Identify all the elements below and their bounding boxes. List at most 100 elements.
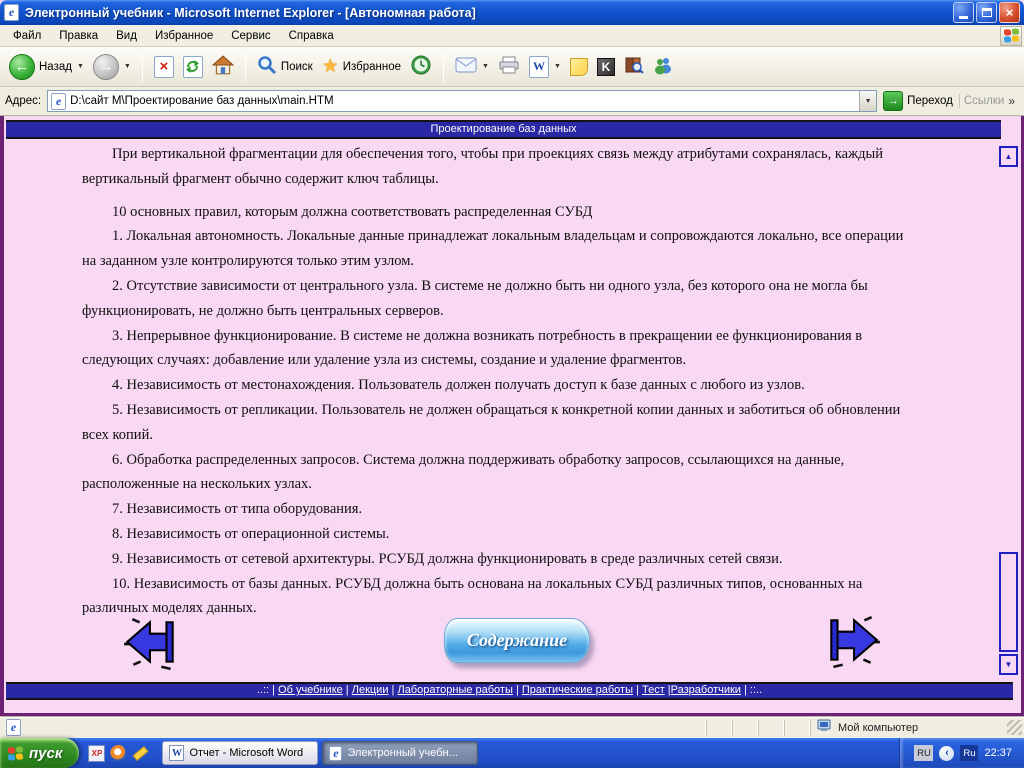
- lecture-text: При вертикальной фрагментации для обеспе…: [82, 142, 915, 621]
- search-button[interactable]: Поиск: [254, 53, 316, 80]
- menu-tools[interactable]: Сервис: [222, 27, 279, 45]
- menu-favorites[interactable]: Избранное: [146, 27, 222, 45]
- start-button[interactable]: пуск: [0, 738, 80, 768]
- status-pane: [758, 719, 784, 736]
- edit-with-word-button[interactable]: W ▼: [526, 54, 564, 80]
- paragraph: 1. Локальная автономность. Локальные дан…: [82, 228, 904, 270]
- paragraph: 3. Непрерывное функционирование. В систе…: [82, 327, 863, 369]
- mail-dropdown-icon[interactable]: ▼: [482, 63, 489, 70]
- footer-link-test[interactable]: Тест: [642, 684, 665, 696]
- language-indicator[interactable]: RU: [914, 745, 934, 761]
- paragraph: 5. Независимость от репликации. Пользова…: [82, 401, 901, 443]
- windows-flag-icon: [8, 745, 23, 761]
- discuss-button[interactable]: [567, 56, 591, 78]
- quick-launch-pen-icon[interactable]: [132, 745, 149, 762]
- footer-link-lectures[interactable]: Лекции: [352, 684, 389, 696]
- previous-page-arrow[interactable]: [122, 614, 182, 672]
- menu-file[interactable]: Файл: [4, 27, 50, 45]
- history-button[interactable]: [407, 52, 435, 81]
- toolbar-separator: [244, 51, 246, 82]
- paragraph: 4. Независимость от местонахождения. Пол…: [112, 377, 805, 394]
- go-button[interactable]: → Переход: [883, 91, 953, 111]
- page-ie-icon: e: [51, 92, 67, 110]
- address-bar: Адрес: e ▼ → Переход Ссылки »: [0, 87, 1024, 116]
- status-pane: [706, 719, 732, 736]
- menu-help[interactable]: Справка: [280, 27, 343, 45]
- taskbar-task-word[interactable]: W Отчет - Microsoft Word: [162, 741, 319, 765]
- menu-bar: Файл Правка Вид Избранное Сервис Справка: [0, 25, 1024, 47]
- favorites-star-icon: ★: [321, 56, 339, 77]
- back-icon: ←: [9, 53, 35, 80]
- minimize-icon: [959, 16, 968, 19]
- paragraph: 10. Независимость от базы данных. РСУБД …: [82, 575, 863, 617]
- system-tray: RU ‹ Ru 22:37: [899, 738, 1024, 768]
- address-dropdown-button[interactable]: ▼: [859, 91, 877, 111]
- edit-dropdown-icon[interactable]: ▼: [554, 63, 561, 70]
- kaspersky-icon: K: [596, 57, 615, 76]
- links-toolbar[interactable]: Ссылки »: [958, 94, 1019, 108]
- print-button[interactable]: [495, 54, 523, 79]
- my-computer-icon: [817, 719, 833, 736]
- security-zone-pane: Мой компьютер: [810, 718, 1005, 737]
- forward-button[interactable]: → ▼: [90, 52, 134, 82]
- mail-icon: [455, 57, 477, 76]
- footer-link-practice[interactable]: Практические работы: [522, 684, 633, 696]
- favorites-label: Избранное: [342, 60, 402, 73]
- messenger-people-icon: [653, 56, 673, 78]
- task-label: Электронный учебн...: [347, 747, 458, 759]
- favorites-button[interactable]: ★ Избранное: [319, 53, 404, 80]
- resize-grip[interactable]: [1007, 720, 1022, 735]
- research-button[interactable]: [621, 54, 647, 80]
- home-button[interactable]: [209, 53, 237, 80]
- footer-link-developers[interactable]: Разработчики: [671, 684, 741, 696]
- standard-toolbar: ← Назад ▼ → ▼ × Поиск ★ Избранное ▼ W ▼ …: [0, 47, 1024, 87]
- menu-edit[interactable]: Правка: [50, 27, 107, 45]
- scroll-down-icon: ▼: [1004, 660, 1013, 669]
- ie-window-icon: e: [4, 4, 19, 21]
- footer-link-labs[interactable]: Лабораторные работы: [397, 684, 512, 696]
- book-search-icon: [624, 56, 644, 78]
- menu-view[interactable]: Вид: [107, 27, 146, 45]
- next-page-arrow[interactable]: [822, 612, 882, 670]
- footer-decor: | ::..: [740, 684, 763, 696]
- back-dropdown-icon[interactable]: ▼: [77, 63, 84, 70]
- forward-dropdown-icon[interactable]: ▼: [124, 63, 131, 70]
- toolbar-separator: [141, 51, 143, 82]
- language-indicator-tray[interactable]: Ru: [960, 745, 979, 761]
- mail-button[interactable]: ▼: [452, 55, 492, 78]
- page-scroll-thumb[interactable]: [999, 552, 1018, 652]
- links-chevron-icon: »: [1008, 94, 1015, 108]
- stop-button[interactable]: ×: [151, 54, 177, 80]
- address-field: e ▼: [47, 90, 878, 112]
- restore-icon: [981, 8, 992, 17]
- status-page-icon: e: [6, 719, 21, 736]
- window-controls: ×: [953, 2, 1020, 23]
- toolbar-separator: [443, 51, 445, 82]
- refresh-button[interactable]: [180, 54, 206, 80]
- close-button[interactable]: ×: [999, 2, 1020, 23]
- taskbar-task-ie-active[interactable]: e Электронный учебн...: [322, 741, 479, 765]
- links-label: Ссылки: [963, 95, 1005, 107]
- footer-decor: ..:: |: [256, 684, 279, 696]
- media-player-icon[interactable]: [110, 744, 128, 762]
- tray-chevron-icon[interactable]: ‹: [939, 745, 955, 761]
- quick-launch-xp-icon[interactable]: XP: [88, 744, 106, 762]
- page-scroll-up-button[interactable]: ▲: [999, 146, 1018, 167]
- restore-button[interactable]: [976, 2, 997, 23]
- messenger-button[interactable]: [650, 54, 676, 80]
- footer-link-about[interactable]: Об учебнике: [278, 684, 343, 696]
- history-icon: [410, 54, 432, 79]
- close-icon: ×: [1005, 5, 1014, 20]
- quick-launch: XP: [79, 744, 158, 762]
- minimize-button[interactable]: [953, 2, 974, 23]
- taskbar: пуск XP W Отчет - Microsoft Word e Элект…: [0, 738, 1024, 768]
- taskbar-clock: 22:37: [984, 747, 1012, 759]
- screen: e Электронный учебник - Microsoft Intern…: [0, 0, 1024, 768]
- address-input[interactable]: [70, 95, 860, 107]
- back-button[interactable]: ← Назад ▼: [6, 52, 87, 82]
- search-label: Поиск: [280, 60, 313, 73]
- antivirus-button[interactable]: K: [594, 56, 618, 78]
- page-scroll-down-button[interactable]: ▼: [999, 654, 1018, 675]
- back-label: Назад: [39, 60, 72, 73]
- contents-button[interactable]: Содержание: [444, 618, 590, 663]
